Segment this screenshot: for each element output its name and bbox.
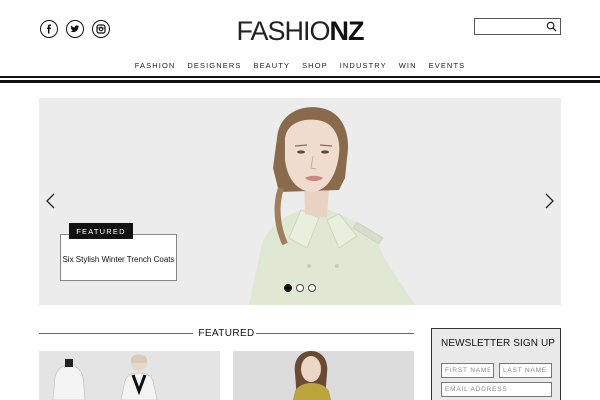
nav-item-shop[interactable]: SHOP xyxy=(296,61,334,70)
search-input[interactable] xyxy=(475,21,545,37)
email-field[interactable] xyxy=(441,382,552,397)
newsletter-panel: NEWSLETTER SIGN UP xyxy=(431,328,561,400)
hero-slider[interactable]: FEATURED Six Stylish Winter Trench Coats xyxy=(39,98,561,305)
featured-heading-label: FEATURED xyxy=(198,328,255,339)
last-name-field[interactable] xyxy=(499,363,552,378)
slider-dot-3[interactable] xyxy=(308,284,316,292)
first-name-field[interactable] xyxy=(441,363,494,378)
featured-section-heading: FEATURED xyxy=(39,328,414,340)
newsletter-title: NEWSLETTER SIGN UP xyxy=(441,338,556,349)
nav-item-beauty[interactable]: BEAUTY xyxy=(247,61,296,70)
main-nav: FASHION DESIGNERS BEAUTY SHOP INDUSTRY W… xyxy=(0,61,600,70)
logo-bold-text: NZ xyxy=(329,16,365,46)
slider-prev-arrow[interactable] xyxy=(45,193,57,209)
search-icon[interactable] xyxy=(546,21,557,32)
nav-item-win[interactable]: WIN xyxy=(393,61,423,70)
featured-tag: FEATURED xyxy=(69,223,133,239)
featured-title-link[interactable]: Six Stylish Winter Trench Coats xyxy=(60,255,177,264)
header-divider-thin xyxy=(0,76,600,78)
featured-card-2[interactable] xyxy=(233,351,414,400)
header-divider-thick xyxy=(0,80,600,83)
featured-card-image-2 xyxy=(233,351,414,400)
featured-card-image-1 xyxy=(39,351,220,400)
slider-dot-2[interactable] xyxy=(296,284,304,292)
heading-rule-right xyxy=(256,333,414,334)
nav-item-fashion[interactable]: FASHION xyxy=(129,61,182,70)
nav-item-events[interactable]: EVENTS xyxy=(423,61,472,70)
slider-dots xyxy=(284,284,316,292)
search-box xyxy=(474,18,561,37)
slider-next-arrow[interactable] xyxy=(543,193,555,209)
featured-card-1[interactable] xyxy=(39,351,220,400)
slider-dot-1[interactable] xyxy=(284,284,292,292)
nav-item-designers[interactable]: DESIGNERS xyxy=(181,61,247,70)
logo-light-text: FASHIO xyxy=(236,16,330,46)
nav-item-industry[interactable]: INDUSTRY xyxy=(334,61,393,70)
